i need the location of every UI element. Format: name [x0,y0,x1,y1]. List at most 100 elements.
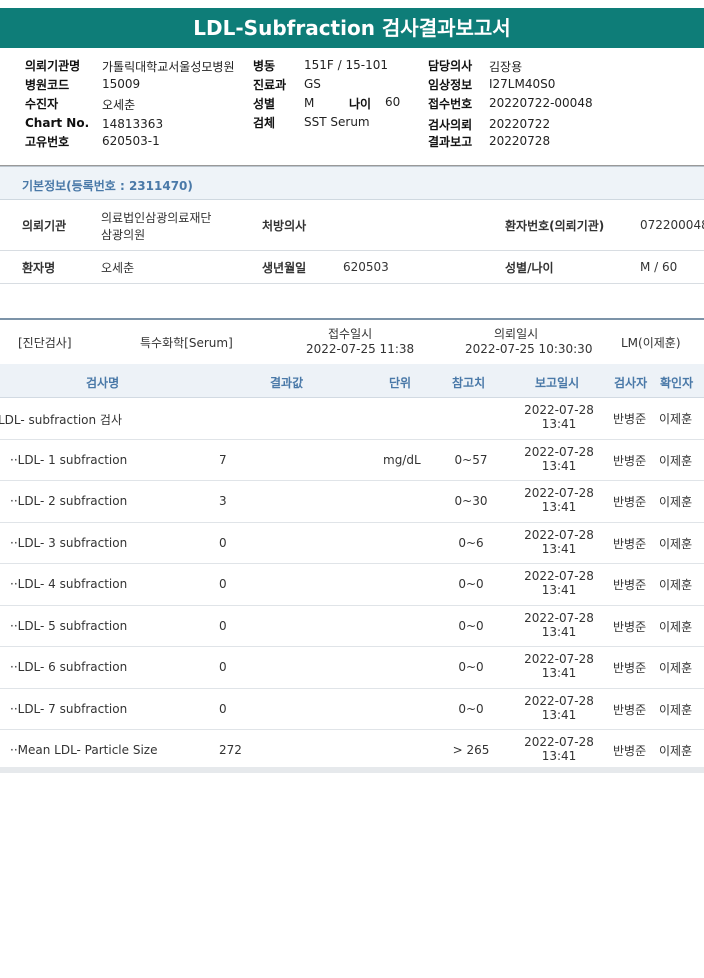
cell-confirmer: 이제훈 [659,536,693,551]
cell-examiner: 반병준 [613,495,647,509]
cell-test-name: ··Mean LDL- Particle Size [10,743,158,757]
header-label: 병동 [253,59,276,73]
cell-report-date: 2022-07-28 [524,527,594,542]
th-name: 검사명 [86,376,120,390]
header-value: SST Serum [304,115,370,129]
cell-result: 0 [219,535,227,550]
cell-result: 7 [219,452,227,467]
header-label: 고유번호 [25,135,70,149]
patient-no-label: 환자번호(의뢰기관) [505,219,605,233]
table-row: ··LDL- 7 subfraction 0 0~0 반병준 이제훈 2022-07-28… [0,689,704,730]
header-value: 15009 [102,77,141,91]
institution-label: 의뢰기관 [22,219,67,233]
age-label: 나이 [349,97,372,111]
header-label: 담당의사 [428,59,473,73]
cell-report-date: 2022-07-28 [524,735,594,749]
cell-report-date: 2022-07-28 [524,610,594,625]
cell-unit: mg/dL [383,452,421,467]
doctor-label: 처방의사 [262,219,307,233]
header-label: 수진자 [25,97,59,111]
table-row: ··LDL- 4 subfraction 0 0~0 반병준 이제훈 2022-07-28… [0,564,704,606]
cell-report-date: 2022-07-28 [524,403,594,417]
cell-examiner: 반병준 [613,619,647,634]
cell-test-name: ··LDL- 3 subfraction [10,535,128,550]
th-examiner: 검사자 [614,376,648,390]
header-value: 620503-1 [102,134,160,148]
cell-report-time: 13:41 [541,624,577,639]
cell-test-name: ··LDL- 6 subfraction [10,660,128,674]
th-result: 결과값 [270,376,304,390]
header-label: Chart No. [25,116,90,130]
basic-info-title: 기본정보(등록번호 : 2311470) [22,179,193,193]
table-row: ··Mean LDL- Particle Size 272 > 265 반병준 이제훈 2… [0,730,704,772]
cell-confirmer: 이제훈 [659,412,693,426]
sex-age-label: 성별/나이 [505,261,554,275]
sex-age-value: M / 60 [640,260,678,274]
header-label: 진료과 [253,78,287,92]
cell-report-time: 13:41 [541,541,577,556]
cell-test-name: LDL- subfraction 검사 [0,413,123,427]
header-value: M [304,96,315,110]
cell-report-time: 13:41 [541,749,577,763]
cell-confirmer: 이제훈 [659,744,693,758]
diagnosis-sub: 특수화학[Serum] [140,336,233,350]
table-row: ··LDL- 5 subfraction 0 0~0 반병준 이제훈 2022-07-28… [0,606,704,647]
cell-result: 0 [219,618,227,633]
cell-report-time: 13:41 [541,417,577,431]
cell-confirmer: 이제훈 [659,619,693,634]
requested-value: 2022-07-25 10:30:30 [465,342,593,356]
cell-examiner: 반병준 [613,702,647,717]
cell-report-date: 2022-07-28 [524,569,594,583]
cell-test-name: ··LDL- 4 subfraction [10,577,128,591]
requested-label: 의뢰일시 [494,327,539,341]
cell-test-name: ··LDL- 7 subfraction [10,701,128,716]
header-value: 오세춘 [102,98,136,112]
header-value: 20220722 [489,117,551,131]
cell-ref: 0~0 [458,660,484,674]
header-label: 검사의뢰 [428,118,473,132]
cell-confirmer: 이제훈 [659,661,693,675]
cell-ref: 0~0 [458,618,484,633]
table-row: ··LDL- 3 subfraction 0 0~6 반병준 이제훈 2022-07-28… [0,523,704,564]
th-ref: 참고치 [452,376,486,390]
table-row: LDL- subfraction 검사 반병준 이제훈 2022-07-28 13:41 [0,398,704,440]
cell-ref: 0~0 [458,577,484,591]
cell-examiner: 반병준 [613,536,647,551]
header-label: 임상정보 [428,78,473,92]
cell-report-date: 2022-07-28 [524,486,594,500]
table-header: 검사명 결과값 단위 참고치 보고일시 검사자 확인자 [0,364,704,398]
header-label: 검체 [253,116,276,130]
received-label: 접수일시 [328,327,373,341]
header-label: 성별 [253,97,276,111]
birth-value: 620503 [343,260,389,274]
th-unit: 단위 [389,376,412,390]
header-label: 의뢰기관명 [25,59,81,73]
cell-examiner: 반병준 [613,661,647,675]
table-row: ··LDL- 6 subfraction 0 0~0 반병준 이제훈 2022-07-28… [0,647,704,689]
cell-confirmer: 이제훈 [659,453,693,468]
header-value: 14813363 [102,117,164,131]
basic-info-bottom-line [0,283,704,284]
patient-name-label: 환자명 [22,261,56,275]
cell-report-date: 2022-07-28 [524,444,594,459]
institution-value-line1: 의료법인삼광의료재단 [101,211,212,225]
cell-confirmer: 이제훈 [659,578,693,592]
reporter: LM(이제훈) [621,336,681,350]
header-value: GS [304,77,321,91]
cell-confirmer: 이제훈 [659,495,693,509]
cell-report-time: 13:41 [541,666,577,680]
header-value: 151F / 15-101 [304,58,388,72]
th-confirmer: 확인자 [660,376,694,390]
basic-info-row-divider [0,250,704,251]
cell-ref: 0~57 [454,452,488,467]
cell-report-time: 13:41 [541,583,577,597]
header-value: 20220728 [489,134,551,148]
age-value: 60 [385,95,401,109]
table-bottom-bar [0,767,704,773]
cell-report-time: 13:41 [541,707,577,722]
cell-result: 3 [219,494,227,508]
cell-result: 0 [219,577,227,591]
diagnosis-category: [진단검사] [18,336,72,350]
report-title: LDL-Subfraction 검사결과보고서 [0,8,704,48]
header-label: 병원코드 [25,78,70,92]
